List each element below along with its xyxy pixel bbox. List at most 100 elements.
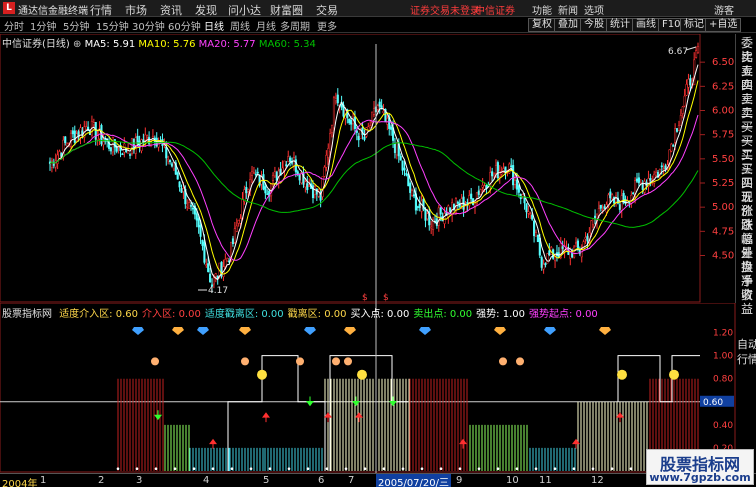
- baseline-dot: [363, 467, 367, 470]
- menu-options[interactable]: 选项: [584, 2, 604, 17]
- stats-button[interactable]: 统计: [606, 18, 634, 32]
- menu-wealth[interactable]: 财富圈: [270, 2, 303, 18]
- candle-body: [271, 175, 275, 181]
- menu-news[interactable]: 资讯: [160, 2, 182, 18]
- candle-body: [483, 185, 486, 190]
- menu-function[interactable]: 功能: [532, 2, 552, 17]
- arrow-up-icon: [209, 438, 217, 449]
- menu-quotes[interactable]: 行情: [90, 2, 112, 18]
- period-tick[interactable]: 分时: [4, 18, 24, 33]
- indicator-chart[interactable]: 1.201.000.800.600.400.200.000.60自动行情: [0, 303, 756, 473]
- candle-body: [237, 220, 240, 224]
- menu-newsfeed[interactable]: 新闻: [558, 2, 578, 17]
- candle-body: [372, 108, 376, 115]
- period-monthly[interactable]: 月线: [256, 18, 276, 33]
- candle-body: [630, 194, 633, 204]
- candle-body: [689, 78, 692, 86]
- price-tick-label: 4.75: [712, 226, 734, 237]
- price-tick-label: 5.00: [712, 202, 734, 213]
- menu-discover[interactable]: 发现: [195, 2, 217, 18]
- candle-body: [331, 124, 334, 133]
- menu-guest[interactable]: 游客: [714, 2, 734, 17]
- period-multi[interactable]: 多周期: [280, 18, 310, 33]
- draw-line-button[interactable]: 画线: [632, 18, 660, 32]
- year-label: 2004年: [2, 479, 38, 487]
- period-5min[interactable]: 5分钟: [63, 18, 89, 33]
- candle-body: [594, 215, 597, 219]
- candle-body: [266, 193, 269, 195]
- candle-body: [412, 194, 416, 197]
- cursor-date: 2005/07/20/三: [376, 474, 452, 487]
- period-60min[interactable]: 60分钟: [168, 18, 201, 33]
- title-bar: L 通达信金融终端 行情 市场 资讯 发现 问小达 财富圈 交易 证券交易未登录…: [0, 0, 756, 17]
- baseline-dot: [306, 467, 310, 470]
- candle-body: [140, 139, 143, 151]
- candle-body: [350, 119, 353, 125]
- menu-ask[interactable]: 问小达: [228, 2, 261, 18]
- overlay-button[interactable]: 叠加: [554, 18, 582, 32]
- period-daily[interactable]: 日线: [204, 18, 224, 33]
- candle-body: [390, 126, 393, 130]
- candle-body: [127, 150, 130, 154]
- period-30min[interactable]: 30分钟: [132, 18, 165, 33]
- candle-body: [176, 172, 179, 180]
- baseline-dot: [211, 467, 215, 470]
- candle-body: [534, 232, 538, 237]
- candle-body: [285, 164, 288, 166]
- price-chart[interactable]: 6.50 6.25 6.00 5.75 5.50 5.25 5.00 4.75 4.50 6.67…: [0, 34, 735, 303]
- candle-body: [493, 172, 496, 175]
- candle-body: [649, 178, 652, 181]
- candle-body: [512, 165, 515, 186]
- candle-body: [584, 237, 587, 240]
- candle-body: [531, 214, 534, 220]
- app-name: 通达信金融终端: [18, 6, 88, 17]
- adjust-button[interactable]: 复权: [528, 18, 556, 32]
- baseline-dot: [477, 467, 481, 470]
- candle-body: [287, 156, 290, 162]
- candle-body: [420, 200, 423, 212]
- candle-body: [609, 191, 612, 199]
- indicator-legend: 股票指标网 适度介入区: 0.60 介入区: 0.00 适度戳离区: 0.00 戳离区…: [2, 305, 598, 320]
- period-more[interactable]: 更多: [317, 18, 337, 33]
- candle-body: [513, 180, 517, 185]
- period-1min[interactable]: 1分钟: [30, 18, 56, 33]
- candle-body: [169, 160, 172, 163]
- menu-trade[interactable]: 交易: [316, 2, 338, 18]
- today-stock-button[interactable]: 今股: [580, 18, 608, 32]
- indicator-legend-item: 强势: 1.00: [476, 309, 525, 320]
- candle-body: [662, 168, 665, 170]
- menu-market[interactable]: 市场: [125, 2, 147, 18]
- broker-name[interactable]: 中信证券: [475, 2, 515, 17]
- arrow-down-icon: [306, 396, 314, 407]
- month-tick: 3: [136, 475, 143, 486]
- candle-body: [209, 273, 212, 283]
- baseline-dot: [439, 467, 443, 470]
- candle-body: [571, 252, 574, 258]
- gem-icon: [344, 327, 356, 335]
- period-weekly[interactable]: 周线: [230, 18, 250, 33]
- baseline-dot: [610, 467, 614, 470]
- candle-body: [426, 213, 429, 220]
- candle-body: [660, 165, 663, 168]
- candle-body: [327, 148, 330, 158]
- candle-body: [73, 130, 76, 143]
- candle-body: [561, 246, 564, 249]
- candle-body: [207, 263, 210, 273]
- candle-body: [199, 225, 202, 237]
- mark-button[interactable]: 标记: [680, 18, 708, 32]
- baseline-dot: [230, 467, 234, 470]
- candle-body: [643, 180, 646, 193]
- login-warning[interactable]: 证券交易未登录: [410, 2, 480, 17]
- add-favorite-button[interactable]: +自选: [705, 18, 742, 32]
- candle-body: [92, 122, 95, 126]
- baseline-dot: [572, 467, 576, 470]
- candle-body: [203, 241, 206, 263]
- candle-body: [146, 135, 149, 138]
- candle-body: [315, 188, 318, 195]
- candle-body: [683, 95, 686, 107]
- month-tick: 10: [506, 475, 519, 486]
- candle-body: [687, 78, 690, 88]
- candle-body: [569, 248, 572, 259]
- indicator-legend-item: 卖出点: 0.00: [413, 309, 473, 320]
- period-15min[interactable]: 15分钟: [96, 18, 129, 33]
